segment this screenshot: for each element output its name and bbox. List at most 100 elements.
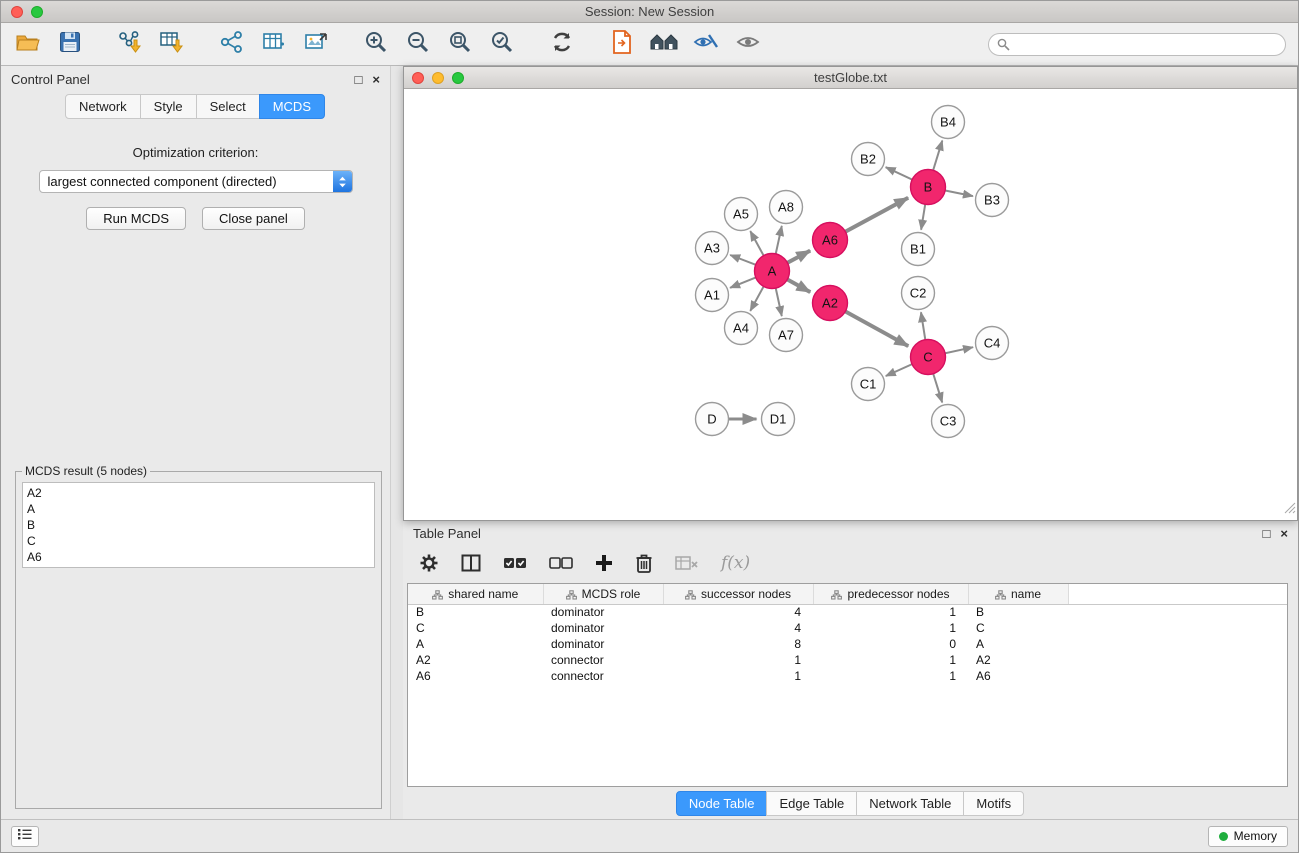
mcds-result-item[interactable]: A6 (27, 549, 370, 565)
graph-node-B3[interactable]: B3 (976, 184, 1009, 217)
show-panel-button[interactable] (729, 27, 767, 61)
table-cell: B (408, 604, 543, 620)
manual-button[interactable] (603, 27, 641, 61)
graph-node-B[interactable]: B (911, 170, 946, 205)
column-visibility-icon[interactable] (461, 554, 481, 572)
deselect-all-icon[interactable] (549, 556, 573, 570)
mcds-result-item[interactable]: A (27, 501, 370, 517)
column-header-filler (1068, 584, 1287, 604)
search-input[interactable] (988, 33, 1286, 56)
column-header-name[interactable]: name (968, 584, 1068, 604)
svg-text:B: B (924, 180, 933, 195)
graph-node-C3[interactable]: C3 (932, 405, 965, 438)
table-row[interactable]: A2connector11A2 (408, 652, 1287, 668)
zoom-selected-button[interactable] (483, 27, 521, 61)
table-cell: A2 (408, 652, 543, 668)
graph-node-A7[interactable]: A7 (770, 319, 803, 352)
zoom-in-button[interactable] (357, 27, 395, 61)
delete-icon[interactable] (635, 553, 653, 573)
column-header-mcds-role[interactable]: MCDS role (543, 584, 663, 604)
graph-node-B2[interactable]: B2 (852, 143, 885, 176)
table-cell: A (968, 636, 1068, 652)
graph-node-A6[interactable]: A6 (813, 223, 848, 258)
hide-panel-icon (693, 32, 719, 57)
new-table-button[interactable] (255, 27, 293, 61)
table-tab-node-table[interactable]: Node Table (676, 791, 768, 816)
home-button[interactable] (645, 27, 683, 61)
control-panel-title: Control Panel (11, 72, 90, 87)
table-tab-network-table[interactable]: Network Table (856, 791, 964, 816)
table-panel-title: Table Panel (413, 526, 481, 541)
zoom-fit-button[interactable] (441, 27, 479, 61)
table-cell-filler (1068, 636, 1287, 652)
table-row[interactable]: Adominator80A (408, 636, 1287, 652)
graph-node-D1[interactable]: D1 (762, 403, 795, 436)
mcds-result-list: A2ABCA6 (22, 482, 375, 568)
export-image-button[interactable] (297, 27, 335, 61)
float-panel-icon[interactable]: □ (355, 73, 363, 86)
resize-grip-icon[interactable] (1284, 501, 1296, 519)
close-table-panel-icon[interactable]: × (1280, 527, 1288, 540)
import-table-button[interactable] (153, 27, 191, 61)
hide-panel-button[interactable] (687, 27, 725, 61)
network-canvas[interactable]: B4 B2 B B3 A5 A8 A6 B1 A3 A C2 A1 A2 A4 A7 C4 C C1 C3 D D1 (404, 89, 1297, 520)
svg-text:D: D (707, 412, 716, 427)
float-table-panel-icon[interactable]: □ (1263, 527, 1271, 540)
column-header-label: predecessor nodes (847, 587, 949, 601)
graph-node-A2[interactable]: A2 (813, 286, 848, 321)
svg-text:A2: A2 (822, 296, 838, 311)
graph-node-A1[interactable]: A1 (696, 279, 729, 312)
column-header-predecessor-nodes[interactable]: predecessor nodes (813, 584, 968, 604)
manual-icon (610, 29, 634, 60)
import-network-button[interactable] (111, 27, 149, 61)
memory-button[interactable]: Memory (1208, 826, 1288, 847)
control-panel-tab-style[interactable]: Style (140, 94, 197, 119)
graph-node-A4[interactable]: A4 (725, 312, 758, 345)
column-header-successor-nodes[interactable]: successor nodes (663, 584, 813, 604)
save-session-button[interactable] (51, 27, 89, 61)
mcds-result-item[interactable]: A2 (27, 485, 370, 501)
run-mcds-button[interactable]: Run MCDS (86, 207, 186, 230)
close-panel-button[interactable]: Close panel (202, 207, 305, 230)
refresh-button[interactable] (543, 27, 581, 61)
export-image-icon (304, 30, 328, 59)
table-row[interactable]: Bdominator41B (408, 604, 1287, 620)
graph-node-C1[interactable]: C1 (852, 368, 885, 401)
table-cell: 8 (663, 636, 813, 652)
network-window-title: testGlobe.txt (404, 70, 1297, 85)
graph-node-B1[interactable]: B1 (902, 233, 935, 266)
function-builder-label[interactable]: f(x) (721, 553, 750, 573)
graph-node-C2[interactable]: C2 (902, 277, 935, 310)
mcds-result-item[interactable]: B (27, 517, 370, 533)
control-panel-tab-mcds[interactable]: MCDS (259, 94, 325, 119)
open-session-button[interactable] (9, 27, 47, 61)
select-all-icon[interactable] (503, 556, 527, 570)
task-history-button[interactable] (11, 826, 39, 847)
graph-node-A[interactable]: A (755, 254, 790, 289)
control-panel-tab-select[interactable]: Select (196, 94, 260, 119)
table-row[interactable]: Cdominator41C (408, 620, 1287, 636)
close-panel-icon[interactable]: × (372, 73, 380, 86)
graph-node-C4[interactable]: C4 (976, 327, 1009, 360)
column-header-shared-name[interactable]: shared name (408, 584, 543, 604)
settings-gear-icon[interactable] (419, 553, 439, 573)
mcds-result-item[interactable]: C (27, 533, 370, 549)
table-cell: 1 (663, 668, 813, 684)
graph-node-A3[interactable]: A3 (696, 232, 729, 265)
control-panel-tab-network[interactable]: Network (65, 94, 141, 119)
add-column-icon[interactable] (595, 554, 613, 572)
graph-node-A5[interactable]: A5 (725, 198, 758, 231)
graph-node-A8[interactable]: A8 (770, 191, 803, 224)
graph-node-D[interactable]: D (696, 403, 729, 436)
table-row[interactable]: A6connector11A6 (408, 668, 1287, 684)
delete-table-icon[interactable] (675, 555, 699, 571)
graph-node-C[interactable]: C (911, 340, 946, 375)
table-tab-motifs[interactable]: Motifs (963, 791, 1024, 816)
zoom-out-button[interactable] (399, 27, 437, 61)
new-network-button[interactable] (213, 27, 251, 61)
optimization-criterion-select[interactable]: largest connected component (directed) (39, 170, 353, 193)
graph-node-B4[interactable]: B4 (932, 106, 965, 139)
table-tab-edge-table[interactable]: Edge Table (766, 791, 857, 816)
svg-text:D1: D1 (770, 412, 787, 427)
svg-text:C1: C1 (860, 377, 877, 392)
